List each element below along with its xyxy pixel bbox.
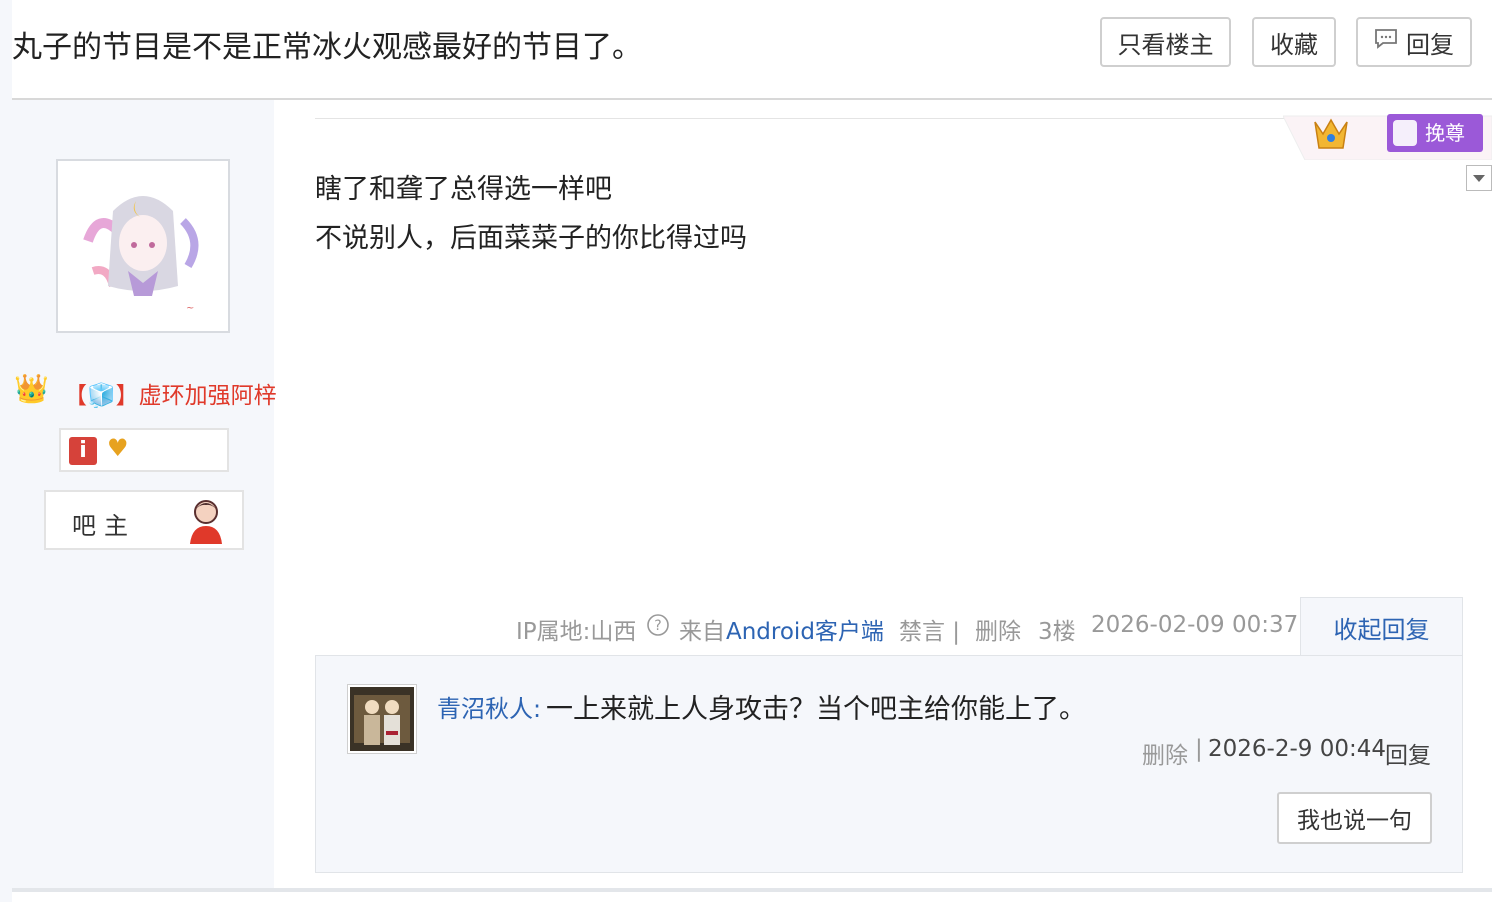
- favorite-button[interactable]: 收藏: [1252, 17, 1336, 67]
- reply-separator: |: [1195, 736, 1203, 762]
- svg-text:?: ?: [654, 618, 661, 634]
- reply-label: 回复: [1406, 30, 1454, 59]
- post-time: 2026-02-09 00:37: [1091, 612, 1299, 638]
- author-name[interactable]: 【🧊】虚环加强阿梓: [64, 376, 277, 410]
- author-avatar[interactable]: ~: [56, 159, 230, 333]
- reply-panel: 青沼秋人: 一上来就上人身攻击？当个吧主给你能上了。 删除 | 2026-2-9…: [315, 655, 1463, 873]
- ban-link[interactable]: 禁言 |: [899, 612, 960, 646]
- comment-icon: [1374, 28, 1398, 56]
- collapse-replies-label: 收起回复: [1333, 616, 1430, 644]
- post-line-2: 不说别人，后面菜菜子的你比得过吗: [315, 223, 747, 254]
- moderator-person-icon: [188, 498, 224, 548]
- delete-link[interactable]: 删除: [975, 612, 1021, 646]
- say-something-label: 我也说一句: [1297, 808, 1412, 834]
- question-icon[interactable]: ?: [646, 613, 670, 643]
- only-op-label: 只看楼主: [1117, 30, 1214, 59]
- from-prefix: 来自: [679, 619, 725, 645]
- reply-time: 2026-2-9 00:44: [1208, 736, 1386, 762]
- thread-title: 丸子的节目是不是正常冰火观感最好的节目了。: [12, 30, 642, 65]
- role-label: 吧主: [72, 512, 136, 540]
- reply-username[interactable]: 青沼秋人:: [437, 689, 541, 724]
- info-badge-icon[interactable]: i: [69, 437, 97, 465]
- floor-number: 3楼: [1038, 619, 1076, 645]
- reply-delete-link[interactable]: 删除: [1142, 736, 1188, 770]
- reply-reply-link[interactable]: 回复: [1385, 736, 1431, 770]
- reply-text: 一上来就上人身攻击？当个吧主给你能上了。: [546, 694, 1086, 725]
- reply-user-avatar[interactable]: [347, 684, 417, 754]
- honor-ribbon[interactable]: 挽尊: [1282, 108, 1492, 161]
- heart-badge-icon[interactable]: ♥: [107, 434, 129, 462]
- svg-text:~: ~: [186, 303, 194, 314]
- anime-avatar-image: ~: [83, 196, 199, 314]
- dropdown-arrow-icon[interactable]: [1466, 165, 1492, 191]
- badge-strip: i ♥: [59, 428, 229, 472]
- favorite-label: 收藏: [1270, 30, 1318, 59]
- crown-icon: 👑: [14, 372, 49, 405]
- role-badge[interactable]: 吧主: [44, 490, 244, 550]
- reply-button[interactable]: 回复: [1356, 17, 1472, 67]
- client-link[interactable]: Android客户端: [726, 612, 884, 646]
- post-content: 瞎了和聋了总得选一样吧 不说别人，后面菜菜子的你比得过吗: [315, 165, 747, 263]
- collapse-replies-button[interactable]: 收起回复: [1300, 597, 1463, 657]
- post-bottom-divider: [12, 888, 1492, 892]
- honor-badge-label: 挽尊: [1425, 121, 1465, 145]
- only-op-button[interactable]: 只看楼主: [1100, 17, 1231, 67]
- post-line-1: 瞎了和聋了总得选一样吧: [315, 174, 612, 205]
- ip-location: IP属地:山西: [516, 619, 637, 645]
- say-something-button[interactable]: 我也说一句: [1277, 792, 1432, 844]
- left-edge: [0, 0, 12, 902]
